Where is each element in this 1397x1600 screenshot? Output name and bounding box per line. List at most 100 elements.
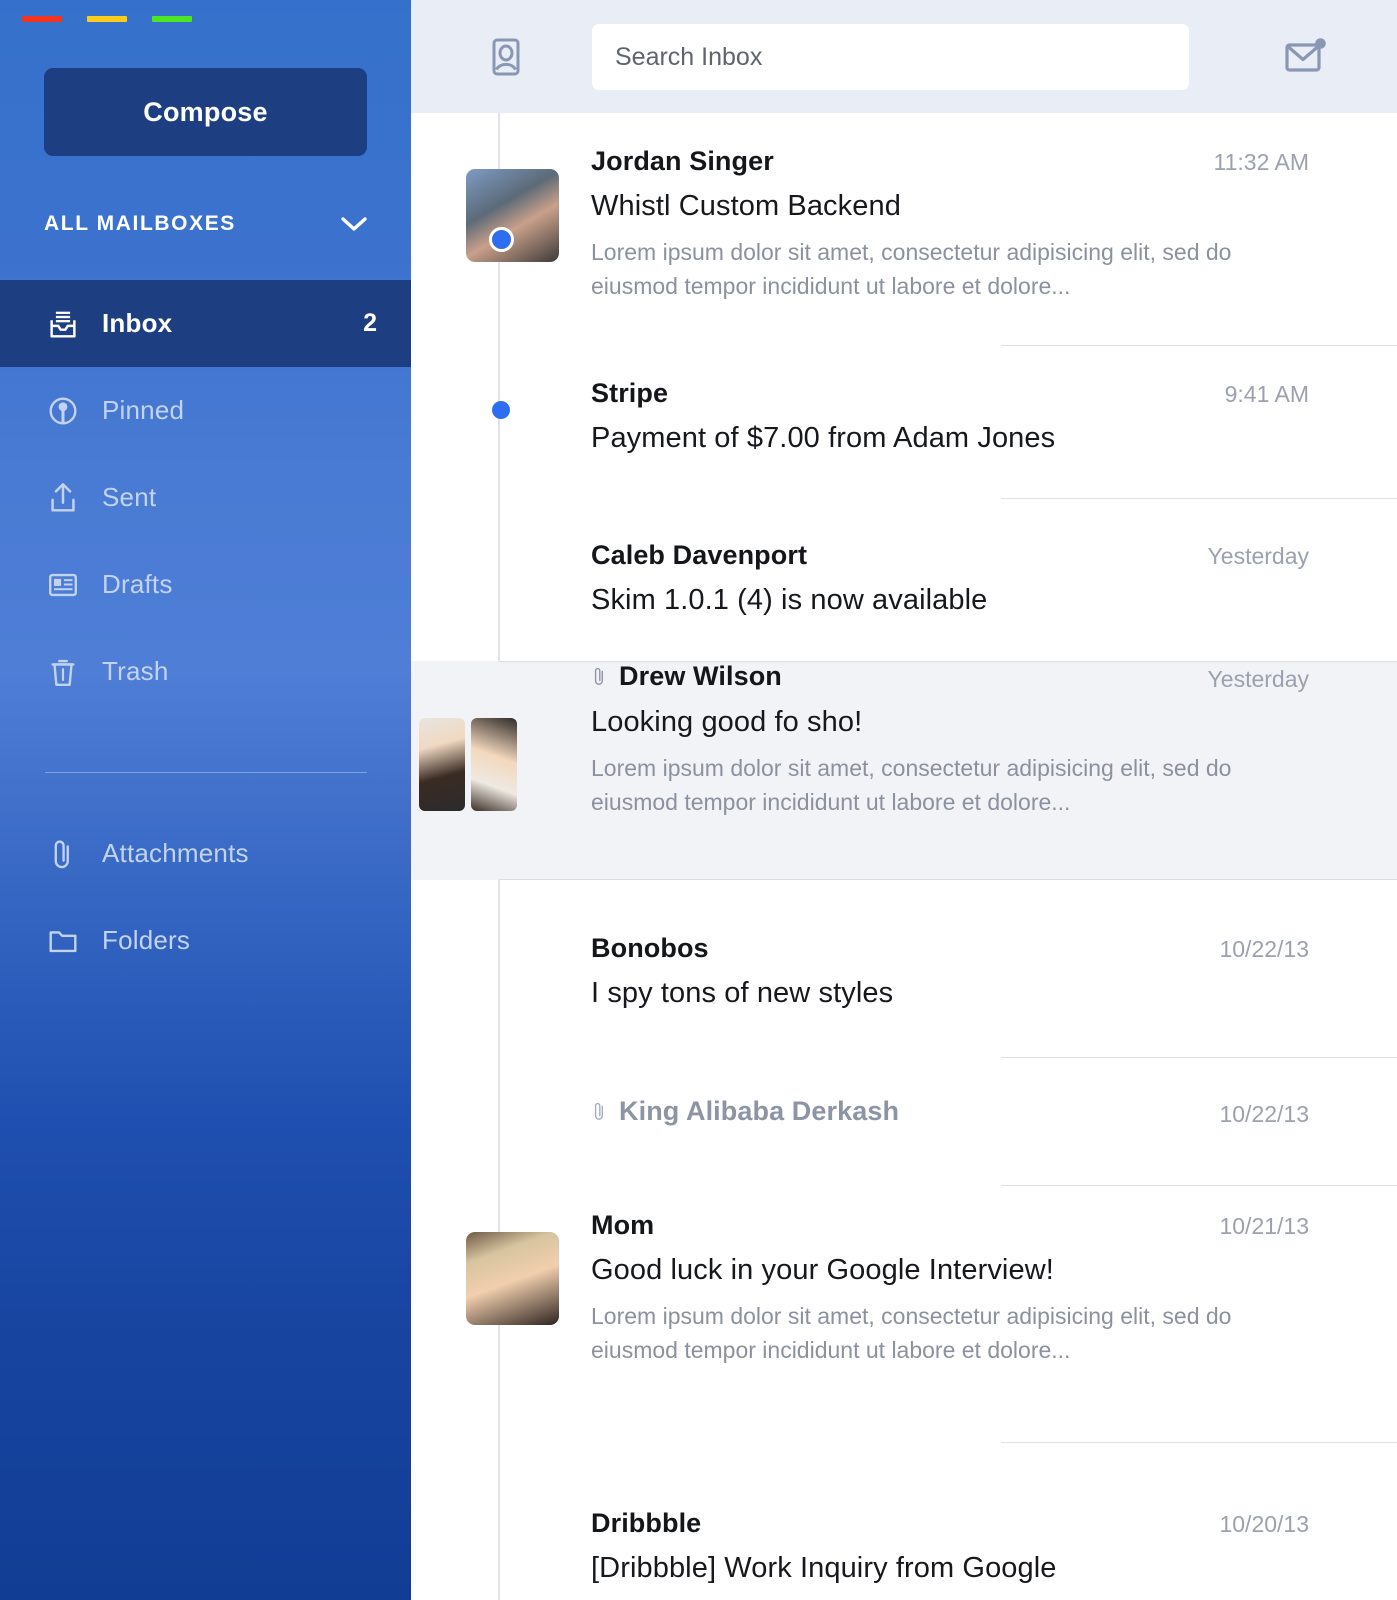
row-body: Mom 10/21/13 Good luck in your Google In… [591, 1210, 1397, 1415]
row-separator [1001, 1057, 1397, 1058]
sender-name: King Alibaba Derkash [591, 1096, 899, 1127]
all-mailboxes-label: ALL MAILBOXES [44, 212, 236, 235]
contact-card-icon[interactable] [481, 32, 531, 82]
row-media [411, 1508, 591, 1600]
avatar [419, 718, 465, 811]
row-header: Stripe 9:41 AM [591, 378, 1309, 409]
sidebar-item-label: Sent [102, 482, 157, 512]
row-media [411, 933, 591, 1063]
email-list-item[interactable]: Dribbble 10/20/13 [Dribbble] Work Inquir… [411, 1508, 1397, 1600]
avatar [466, 1232, 559, 1325]
row-separator [1001, 345, 1397, 346]
row-body: Dribbble 10/20/13 [Dribbble] Work Inquir… [591, 1508, 1397, 1600]
email-list-item[interactable]: Jordan Singer 11:32 AM Whistl Custom Bac… [411, 146, 1397, 346]
timestamp: 10/21/13 [1219, 1213, 1309, 1239]
subject-line: Looking good fo sho! [591, 706, 863, 738]
sidebar-item-label: Inbox [102, 308, 173, 338]
inbox-unread-count: 2 [363, 309, 377, 337]
close-window-button[interactable] [22, 16, 62, 22]
row-header: Mom 10/21/13 [591, 1210, 1309, 1241]
subject-line: Skim 1.0.1 (4) is now available [591, 584, 988, 616]
upload-share-icon [44, 479, 82, 517]
row-body: Caleb Davenport Yesterday Skim 1.0.1 (4)… [591, 540, 1397, 660]
row-body: Bonobos 10/22/13 I spy tons of new style… [591, 933, 1397, 1063]
sidebar-secondary-nav: Attachments Folders [0, 810, 411, 984]
minimize-window-button[interactable] [87, 16, 127, 22]
all-mailboxes-header[interactable]: ALL MAILBOXES [44, 205, 367, 243]
sender-name-text: Drew Wilson [619, 661, 782, 691]
row-header: Caleb Davenport Yesterday [591, 540, 1309, 571]
email-list-item[interactable]: Caleb Davenport Yesterday Skim 1.0.1 (4)… [411, 540, 1397, 660]
sidebar-item-label: Trash [102, 656, 169, 686]
row-body: Jordan Singer 11:32 AM Whistl Custom Bac… [591, 146, 1397, 346]
sidebar-primary-nav: Inbox 2 Pinned Sent Drafts Trash [0, 280, 411, 715]
subject-line: Whistl Custom Backend [591, 190, 901, 222]
main-panel: Jordan Singer 11:32 AM Whistl Custom Bac… [411, 0, 1397, 1600]
paperclip-icon [591, 666, 607, 687]
row-media [411, 540, 591, 660]
timestamp: 9:41 AM [1224, 381, 1309, 407]
row-body: King Alibaba Derkash 10/22/13 [591, 1096, 1397, 1196]
envelope-badge-icon[interactable] [1278, 30, 1332, 84]
subject-line: Payment of $7.00 from Adam Jones [591, 422, 1056, 454]
sidebar: Compose ALL MAILBOXES Inbox 2 Pinned Sen… [0, 0, 411, 1600]
timestamp: 10/20/13 [1219, 1511, 1309, 1537]
row-media [411, 661, 591, 880]
sidebar-item-pinned[interactable]: Pinned [0, 367, 411, 454]
sidebar-item-label: Pinned [102, 395, 185, 425]
row-separator [1001, 498, 1397, 499]
row-header: Jordan Singer 11:32 AM [591, 146, 1309, 177]
sidebar-item-label: Drafts [102, 569, 173, 599]
sender-name: Mom [591, 1210, 655, 1240]
subject-line: Good luck in your Google Interview! [591, 1254, 1054, 1286]
preview-text: Lorem ipsum dolor sit amet, consectetur … [591, 755, 1232, 815]
subject-line: I spy tons of new styles [591, 977, 894, 1009]
folder-icon [44, 922, 82, 960]
inbox-tray-icon [44, 305, 82, 343]
mail-app-window: Compose ALL MAILBOXES Inbox 2 Pinned Sen… [0, 0, 1397, 1600]
avatar [466, 169, 559, 262]
sender-name: Dribbble [591, 1508, 702, 1538]
row-media [411, 1096, 591, 1196]
toolbar [411, 0, 1397, 113]
sidebar-item-attachments[interactable]: Attachments [0, 810, 411, 897]
sender-name: Stripe [591, 378, 669, 408]
trash-can-icon [44, 653, 82, 691]
sidebar-item-folders[interactable]: Folders [0, 897, 411, 984]
row-separator [1001, 1185, 1397, 1186]
sidebar-item-drafts[interactable]: Drafts [0, 541, 411, 628]
search-input[interactable] [592, 24, 1189, 90]
maximize-window-button[interactable] [152, 16, 192, 22]
sidebar-item-sent[interactable]: Sent [0, 454, 411, 541]
sidebar-divider [45, 772, 367, 773]
sidebar-item-inbox[interactable]: Inbox 2 [0, 280, 411, 367]
subject-line: [Dribbble] Work Inquiry from Google [591, 1552, 1057, 1584]
row-media [411, 378, 591, 508]
email-list-item[interactable]: Bonobos 10/22/13 I spy tons of new style… [411, 933, 1397, 1063]
row-header: Bonobos 10/22/13 [591, 933, 1309, 964]
sidebar-item-label: Folders [102, 925, 191, 955]
timestamp: Yesterday [1207, 666, 1309, 692]
timestamp: Yesterday [1207, 543, 1309, 569]
row-media [411, 1210, 591, 1415]
preview-text: Lorem ipsum dolor sit amet, consectetur … [591, 1303, 1232, 1363]
row-header: King Alibaba Derkash 10/22/13 [591, 1096, 1309, 1128]
email-list-item-selected[interactable]: Drew Wilson Yesterday Looking good fo sh… [411, 661, 1397, 880]
avatar [471, 718, 517, 811]
row-media [411, 146, 591, 346]
row-header: Drew Wilson Yesterday [591, 661, 1309, 693]
window-traffic-lights [22, 16, 192, 22]
email-list-item[interactable]: Mom 10/21/13 Good luck in your Google In… [411, 1210, 1397, 1443]
row-body: Stripe 9:41 AM Payment of $7.00 from Ada… [591, 378, 1397, 508]
pin-circle-icon [44, 392, 82, 430]
sidebar-item-trash[interactable]: Trash [0, 628, 411, 715]
unread-dot [492, 401, 510, 419]
unread-dot [489, 227, 514, 252]
email-list-item[interactable]: Stripe 9:41 AM Payment of $7.00 from Ada… [411, 378, 1397, 508]
paperclip-icon [44, 835, 82, 873]
sidebar-item-label: Attachments [102, 838, 249, 868]
email-list-item[interactable]: King Alibaba Derkash 10/22/13 [411, 1096, 1397, 1196]
email-list: Jordan Singer 11:32 AM Whistl Custom Bac… [411, 113, 1397, 1600]
compose-button[interactable]: Compose [44, 68, 367, 156]
preview-text: Lorem ipsum dolor sit amet, consectetur … [591, 239, 1232, 299]
